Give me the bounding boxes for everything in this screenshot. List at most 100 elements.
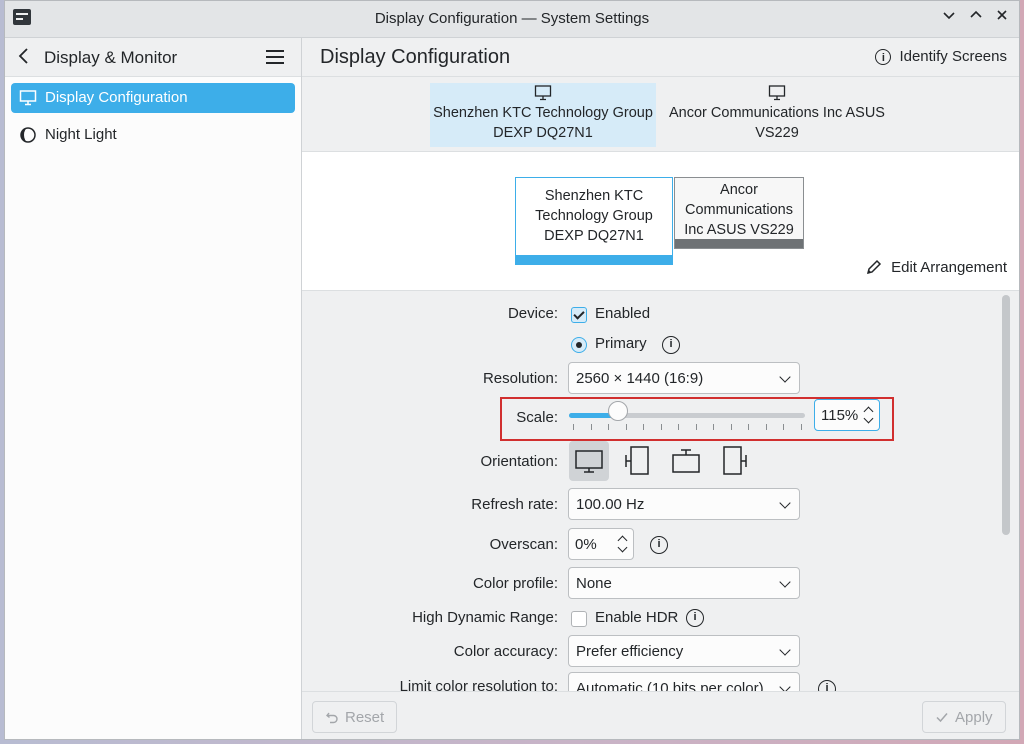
apply-button[interactable]: Apply <box>922 701 1006 733</box>
monitor-name-line: DEXP DQ27N1 <box>544 228 644 244</box>
scale-tick <box>643 424 645 430</box>
scale-tick <box>608 424 610 430</box>
primary-label: Primary <box>595 335 647 352</box>
back-button[interactable] <box>17 46 31 72</box>
apply-label: Apply <box>955 708 993 726</box>
chevron-down-icon <box>779 644 791 656</box>
edit-arrangement-button[interactable]: Edit Arrangement <box>865 258 1007 276</box>
pencil-icon <box>867 259 882 275</box>
resolution-value: 2560 × 1440 (16:9) <box>576 370 704 387</box>
tab-screen-asus[interactable]: Ancor Communications Inc ASUS VS229 <box>664 83 890 147</box>
chevron-down-icon <box>779 371 791 383</box>
info-icon[interactable]: i <box>662 336 680 354</box>
chevron-down-icon <box>779 497 791 509</box>
sidebar-item-night-light[interactable]: Night Light <box>11 120 295 150</box>
scale-spinbox[interactable]: 115% <box>814 399 880 431</box>
screen-tabs: Shenzhen KTC Technology Group DEXP DQ27N… <box>302 77 1019 152</box>
landscape-icon <box>575 450 603 473</box>
checkmark-icon <box>936 713 948 723</box>
scale-tick <box>765 424 767 430</box>
tab-label: VS229 <box>755 125 799 141</box>
sidebar-item-display-configuration[interactable]: Display Configuration <box>11 83 295 113</box>
enabled-label: Enabled <box>595 305 651 322</box>
enable-hdr-label: Enable HDR <box>595 609 679 626</box>
limit-color-resolution-select[interactable]: Automatic (10 bits per color) <box>568 672 800 691</box>
arrangement-monitor-asus[interactable]: Ancor Communications Inc ASUS VS229 <box>674 177 804 249</box>
chevron-down-icon <box>943 12 955 20</box>
chevron-down-icon[interactable] <box>617 542 628 553</box>
overscan-spinbox[interactable]: 0% <box>568 528 634 560</box>
monitor-icon <box>19 90 37 106</box>
close-button[interactable] <box>992 8 1012 28</box>
sidebar-item-label: Night Light <box>45 126 117 143</box>
scrollbar[interactable] <box>1002 295 1010 535</box>
info-icon[interactable]: i <box>686 609 704 627</box>
reset-button[interactable]: Reset <box>312 701 398 733</box>
tab-label: DEXP DQ27N1 <box>493 125 593 141</box>
footer: Reset Apply <box>302 691 1019 739</box>
scale-tick <box>625 424 627 430</box>
scale-tick <box>660 424 662 430</box>
info-icon[interactable]: i <box>650 536 668 554</box>
chevron-down-icon[interactable] <box>863 413 874 424</box>
monitor-name-line: Shenzhen KTC <box>544 188 644 204</box>
settings-window: Display Configuration — System Settings … <box>4 0 1020 740</box>
close-icon <box>997 10 1007 20</box>
monitor-name-line: Communications <box>685 202 793 218</box>
orientation-label: Orientation: <box>480 453 558 470</box>
scale-tick <box>695 424 697 430</box>
orientation-landscape-button[interactable] <box>569 441 609 481</box>
orientation-flipped-button[interactable] <box>666 441 706 481</box>
refresh-rate-select[interactable]: 100.00 Hz <box>568 488 800 520</box>
enable-hdr-checkbox[interactable] <box>571 611 587 627</box>
orientation-portrait-left-button[interactable] <box>617 441 657 481</box>
scale-tick <box>573 424 574 430</box>
minimize-button[interactable] <box>939 8 959 28</box>
resolution-select[interactable]: 2560 × 1440 (16:9) <box>568 362 800 394</box>
main-panel: Display Configuration i Identify Screens… <box>302 38 1019 739</box>
color-accuracy-select[interactable]: Prefer efficiency <box>568 635 800 667</box>
flipped-icon <box>672 449 700 473</box>
screen-arrangement: Shenzhen KTC Technology Group DEXP DQ27N… <box>302 152 1019 291</box>
maximize-button[interactable] <box>966 8 986 28</box>
scale-tick <box>590 424 592 430</box>
sidebar-item-label: Display Configuration <box>45 89 188 106</box>
limit-color-resolution-label: Limit color resolution to: <box>399 678 558 691</box>
color-accuracy-label: Color accuracy: <box>453 643 558 660</box>
title-bar: Display Configuration — System Settings <box>5 1 1019 38</box>
arrangement-monitor-ktc[interactable]: Shenzhen KTC Technology Group DEXP DQ27N… <box>515 177 673 265</box>
scale-tick <box>748 424 750 430</box>
enabled-checkbox[interactable] <box>571 307 587 323</box>
tab-screen-ktc[interactable]: Shenzhen KTC Technology Group DEXP DQ27N… <box>430 83 656 147</box>
monitor-name-line: Ancor <box>720 182 758 198</box>
scale-tick <box>801 424 802 430</box>
undo-icon <box>326 712 338 724</box>
overscan-label: Overscan: <box>489 536 558 553</box>
scale-value: 115% <box>821 407 859 424</box>
scale-slider-track[interactable] <box>569 413 805 418</box>
color-profile-select[interactable]: None <box>568 567 800 599</box>
scale-label: Scale: <box>516 409 558 426</box>
orientation-portrait-right-button[interactable] <box>715 441 755 481</box>
reset-label: Reset <box>345 708 385 726</box>
sidebar-header: Display & Monitor <box>5 38 301 77</box>
tab-label: Shenzhen KTC Technology Group <box>433 105 653 121</box>
settings-form: Device: Enabled Primary i Resolution: 25… <box>302 291 1019 691</box>
hamburger-menu-icon[interactable] <box>266 50 284 64</box>
refresh-rate-value: 100.00 Hz <box>576 496 645 513</box>
monitor-name-line: Technology Group <box>535 208 653 224</box>
monitor-icon <box>534 85 552 101</box>
tab-label: Ancor Communications Inc ASUS <box>669 105 885 121</box>
limit-color-resolution-value: Automatic (10 bits per color) <box>576 680 764 691</box>
chevron-down-icon <box>779 576 791 588</box>
refresh-rate-label: Refresh rate: <box>471 496 558 513</box>
identify-screens-button[interactable]: i Identify Screens <box>875 48 1007 65</box>
color-profile-label: Color profile: <box>472 575 558 592</box>
info-icon[interactable]: i <box>818 680 836 691</box>
chevron-up-icon <box>970 10 982 18</box>
chevron-left-icon <box>18 48 28 64</box>
hdr-label: High Dynamic Range: <box>412 609 558 626</box>
scale-tick <box>713 424 715 430</box>
info-icon: i <box>875 48 892 65</box>
primary-radio[interactable] <box>571 337 587 353</box>
